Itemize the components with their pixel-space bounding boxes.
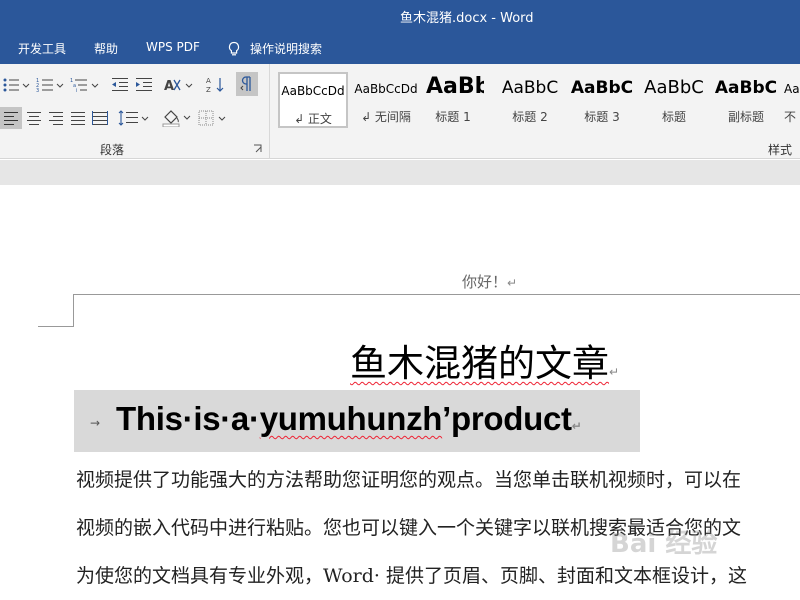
paragraph-group-label: 段落	[100, 143, 125, 157]
paragraph-group: 123 1ai A AZ 段落	[0, 64, 270, 159]
svg-text:A: A	[206, 77, 211, 85]
styles-gallery: AaBbCcDd ↲ 正文 AaBbCcDd ↲ 无间隔 AaBb 标题 1 A…	[272, 64, 800, 159]
svg-text:A: A	[164, 79, 174, 93]
apostrophe: ’	[442, 400, 452, 437]
page-header-text[interactable]: 你好！↵	[462, 271, 517, 292]
increase-indent-icon	[136, 78, 152, 91]
bullets-button[interactable]	[2, 74, 30, 96]
style-heading-3[interactable]: AaBbC 标题 3	[566, 72, 638, 128]
align-left-icon	[4, 112, 18, 125]
document-subtitle[interactable]: This·is·a·yumuhunzh’product↵	[116, 400, 582, 438]
borders-icon	[198, 110, 226, 126]
style-sample: Aa	[784, 82, 800, 96]
lightbulb-icon	[228, 41, 240, 56]
margin-corner-mark	[73, 294, 74, 327]
title-bar: 鱼木混猪.docx - Word	[0, 0, 800, 30]
tab-wps-pdf[interactable]: WPS PDF	[146, 40, 200, 54]
tell-me-search[interactable]: 操作说明搜索	[226, 40, 322, 57]
numbered-list-icon: 123	[36, 78, 64, 93]
paragraph-mark: ↵	[609, 365, 620, 379]
numbering-button[interactable]: 123	[36, 74, 64, 96]
body-text-line[interactable]: 视频的嵌入代码中进行粘贴。您也可以键入一个关键字以联机搜索最适合您的文	[76, 513, 741, 540]
borders-button[interactable]	[198, 107, 230, 129]
decrease-indent-button[interactable]	[110, 74, 130, 96]
style-more[interactable]: Aa 不	[782, 72, 800, 128]
style-title[interactable]: AaBbC 标题	[638, 72, 710, 128]
tab-mark: →	[90, 416, 101, 430]
style-sample: AaBbC	[714, 78, 778, 98]
align-center-button[interactable]	[24, 107, 44, 129]
svg-text:Z: Z	[206, 86, 211, 94]
ribbon: 123 1ai A AZ 段落 AaBbCcDd ↲ 正文 AaBbCcDd ↲…	[0, 64, 800, 159]
style-subtitle[interactable]: AaBbC 副标题	[710, 72, 782, 128]
paint-bucket-icon	[162, 110, 191, 127]
header-divider	[74, 294, 800, 295]
style-name: 副标题	[727, 110, 764, 124]
multilevel-list-button[interactable]: 1ai	[70, 74, 100, 96]
ruler-area	[0, 160, 800, 185]
chinese-layout-button[interactable]: A	[164, 74, 194, 96]
distributed-button[interactable]	[90, 107, 110, 129]
style-sample: AaBbC	[644, 77, 704, 98]
header-label: 你好！	[462, 273, 508, 291]
justify-button[interactable]	[68, 107, 88, 129]
style-name: ↲ 无间隔	[361, 110, 411, 124]
subtitle-text: product	[451, 400, 572, 437]
line-spacing-icon	[118, 110, 149, 126]
style-name: 标题	[661, 110, 686, 124]
align-right-button[interactable]	[46, 107, 66, 129]
tell-me-label: 操作说明搜索	[250, 42, 323, 56]
shading-button[interactable]	[162, 107, 194, 129]
decrease-indent-icon	[112, 78, 128, 91]
align-right-icon	[49, 112, 63, 125]
style-name: 不	[784, 110, 797, 124]
paragraph-mark: ↵	[507, 276, 518, 290]
show-formatting-marks-button[interactable]	[236, 72, 258, 96]
document-heading[interactable]: 鱼木混猪的文章↵	[350, 333, 619, 387]
style-name: 标题 3	[584, 110, 620, 124]
align-left-button[interactable]	[0, 107, 22, 129]
style-normal[interactable]: AaBbCcDd ↲ 正文	[278, 72, 348, 128]
dialog-launcher-icon[interactable]	[253, 144, 263, 154]
style-no-spacing[interactable]: AaBbCcDd ↲ 无间隔	[350, 72, 422, 128]
tab-help[interactable]: 帮助	[94, 40, 118, 57]
styles-group-label: 样式	[768, 143, 793, 157]
justify-icon	[71, 112, 85, 125]
increase-indent-button[interactable]	[134, 74, 154, 96]
paragraph-mark: ↵	[571, 419, 582, 433]
line-spacing-button[interactable]	[118, 107, 150, 129]
align-center-icon	[27, 112, 41, 125]
svg-text:3: 3	[36, 88, 39, 93]
sort-button[interactable]: AZ	[206, 74, 226, 96]
margin-corner-mark	[38, 326, 74, 327]
tab-developer[interactable]: 开发工具	[18, 40, 66, 57]
distributed-align-icon	[92, 111, 108, 125]
misspelled-word: yumuhunzh	[259, 400, 443, 437]
style-sample: AaBb	[426, 74, 484, 99]
style-sample: AaBbC	[570, 78, 634, 98]
style-sample: AaBbCcDd	[281, 84, 345, 98]
subtitle-text: This·is·a·	[116, 400, 260, 437]
document-page[interactable]: 你好！↵ 鱼木混猪的文章↵ → This·is·a·yumuhunzh’prod…	[0, 185, 800, 600]
bullet-list-icon	[3, 78, 30, 92]
style-name: ↲ 正文	[294, 112, 332, 126]
svg-text:i: i	[76, 88, 77, 93]
multilevel-list-icon: 1ai	[70, 78, 99, 93]
heading-text: 鱼木混猪的文章	[350, 342, 609, 385]
chinese-layout-icon: A	[164, 79, 193, 93]
body-text-line[interactable]: 为使您的文档具有专业外观，Word· 提供了页眉、页脚、封面和文本框设计，这	[76, 561, 747, 588]
pilcrow-icon	[240, 76, 251, 91]
style-sample: AaBbCcDd	[354, 82, 418, 96]
sort-icon: AZ	[206, 77, 224, 94]
style-name: 标题 2	[512, 110, 548, 124]
window-title: 鱼木混猪.docx - Word	[400, 11, 534, 26]
body-text-line[interactable]: 视频提供了功能强大的方法帮助您证明您的观点。当您单击联机视频时，可以在	[76, 465, 741, 492]
style-sample: AaBbC	[501, 78, 559, 98]
style-heading-2[interactable]: AaBbC 标题 2	[494, 72, 566, 128]
style-heading-1[interactable]: AaBb 标题 1	[422, 72, 484, 128]
style-name: 标题 1	[435, 110, 471, 124]
ribbon-tab-row: 开发工具 帮助 WPS PDF 操作说明搜索	[0, 30, 800, 64]
